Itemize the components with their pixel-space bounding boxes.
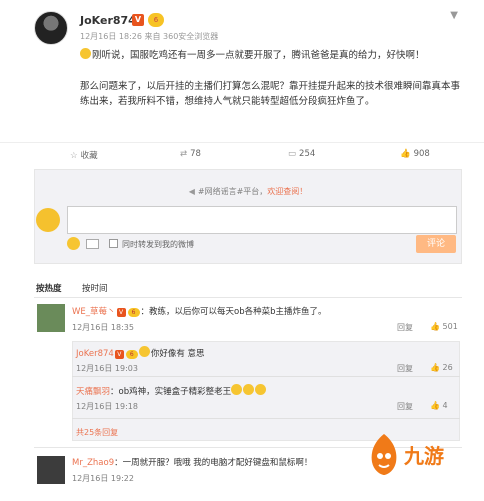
post-paragraph-2: 那么问题来了，以后开挂的主播们打算怎么混呢？靠开挂提升起来的技术很难瞬间靠真本事… [80,81,461,107]
reply-divider [72,418,460,419]
comment-2-text: Mr_Zhao9：一周就开服？哦哦 我的电脑才配好键盘和鼠标啊！ [72,458,313,468]
emoji-icon [138,346,150,357]
reply-1-text: JoKer874 V 6 你好像有 意思 [76,346,205,359]
emoji-icon [243,384,255,395]
chevron-down-icon[interactable]: ▼ [450,10,458,21]
author-name[interactable]: JoKer874 [80,14,136,27]
my-avatar [36,208,60,232]
thumbs-up-icon: 👍 [430,363,443,372]
comment-1-reply[interactable]: 回复 [397,322,413,333]
comment-1-like[interactable]: 👍 501 [430,322,458,331]
commenter-avatar[interactable] [37,304,65,332]
repost-icon: ⇄ [180,149,188,159]
watermark-text: 九游 [404,444,444,468]
comment-1-text: WE_草莓丶 V 6 ：教练，以后你可以每天ob各种菜b主播炸鱼了。 [72,307,327,317]
thumbs-up-icon: 👍 [400,149,411,159]
reply-1-like[interactable]: 👍 26 [430,363,453,372]
comment-button[interactable]: ▭ 254 [288,149,315,159]
thumbs-up-icon: 👍 [430,401,443,410]
replier-name[interactable]: JoKer874 [76,349,114,359]
jiuyou-logo-icon [371,434,397,475]
comment-input[interactable] [67,206,457,234]
reply-1-time: 12月16日 19:03 [76,364,138,373]
more-replies-link[interactable]: 共25条回复 [76,427,118,438]
repost-button[interactable]: ⇄ 78 [180,149,201,159]
favorite-button[interactable]: ☆ 收藏 [70,149,98,161]
level-badge: 6 [148,13,164,27]
submit-comment-button[interactable]: 评论 [416,235,456,253]
emoji-picker-icon[interactable] [67,237,80,250]
comment-icon: ▭ [288,149,297,159]
repost-option-label: 同时转发到我的微博 [122,240,194,249]
level-badge: 6 [125,350,138,359]
reply-2-text: 天痛飘羽：ob鸡神，实锤盒子精彩整老王 [76,384,267,397]
comment-1-time: 12月16日 18:35 [72,323,134,332]
replier-name[interactable]: 天痛飘羽 [76,387,110,397]
post-action-bar: ☆ 收藏 ⇄ 78 ▭ 254 👍 908 [0,142,484,168]
reply-2-reply[interactable]: 回复 [397,401,413,412]
reply-2-time: 12月16日 19:18 [76,402,138,411]
star-icon: ☆ [70,151,78,161]
reply-1-reply[interactable]: 回复 [397,363,413,374]
emoji-icon [255,384,267,395]
like-button[interactable]: 👍 908 [400,149,430,159]
notice-link[interactable]: 欢迎查阅！ [267,187,307,196]
thumbs-up-icon: 👍 [430,322,443,331]
speaker-icon: ◀ [188,187,195,196]
tab-time[interactable]: 按时间 [82,282,108,294]
reply-2-like[interactable]: 👍 4 [430,401,448,410]
comment-2-time: 12月16日 19:22 [72,474,134,483]
author-avatar[interactable] [34,11,68,45]
vip-badge: V [114,350,124,359]
reply-divider [72,376,460,377]
image-upload-icon[interactable] [86,239,99,249]
tab-hot[interactable]: 按热度 [36,282,62,294]
emoji-icon [80,48,91,59]
post-meta: 12月16日 18:26 来自 360安全浏览器 [80,32,219,41]
commenter-name[interactable]: WE_草莓丶 [72,307,116,317]
post-paragraph-1: 刚听说，国服吃鸡还有一周多一点就要开服了，腾讯爸爸是真的给力，好快啊！ [80,48,460,63]
vip-badge: V [116,308,126,317]
commenter-name[interactable]: Mr_Zhao9 [72,458,114,468]
rumor-notice: ◀ #网络谣言#平台，欢迎查阅！ [188,187,308,196]
emoji-icon [231,384,243,395]
commenter-avatar[interactable] [37,456,65,484]
level-badge: 6 [127,308,140,317]
vip-badge: V [132,14,144,26]
sort-tabs: 按热度 按时间 [34,280,462,298]
repost-checkbox[interactable] [109,239,118,248]
